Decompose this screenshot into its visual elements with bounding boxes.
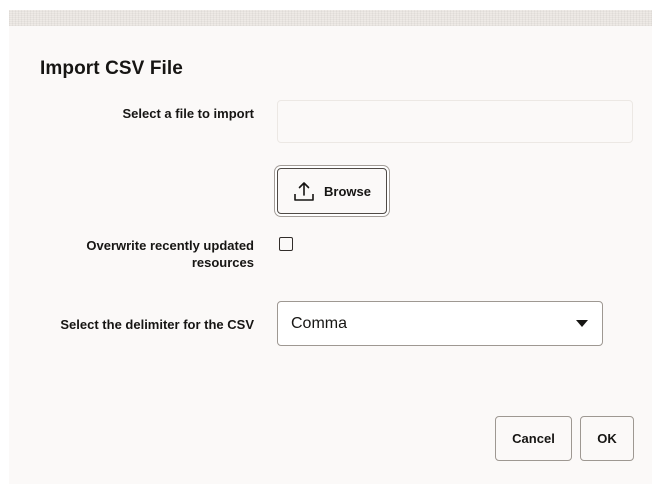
overwrite-label-line2: resources	[191, 255, 254, 270]
upload-icon	[293, 180, 315, 202]
delimiter-select[interactable]: Comma	[277, 301, 603, 346]
file-path-field[interactable]	[277, 100, 633, 143]
dialog-title: Import CSV File	[40, 58, 183, 79]
overwrite-checkbox[interactable]	[279, 237, 293, 251]
dialog-header-strip	[9, 10, 652, 26]
overwrite-label: Overwrite recently updated resources	[86, 237, 254, 271]
import-csv-dialog: Import CSV File Select a file to import …	[9, 10, 652, 484]
delimiter-selected-value: Comma	[291, 315, 348, 332]
cancel-button[interactable]: Cancel	[495, 416, 572, 461]
browse-button[interactable]: Browse	[277, 168, 387, 214]
overwrite-label-line1: Overwrite recently updated	[86, 238, 254, 253]
caret-down-icon	[576, 320, 588, 327]
browse-button-label: Browse	[324, 183, 371, 199]
file-import-label: Select a file to import	[122, 106, 254, 121]
ok-button[interactable]: OK	[580, 416, 634, 461]
delimiter-label: Select the delimiter for the CSV	[60, 317, 254, 332]
